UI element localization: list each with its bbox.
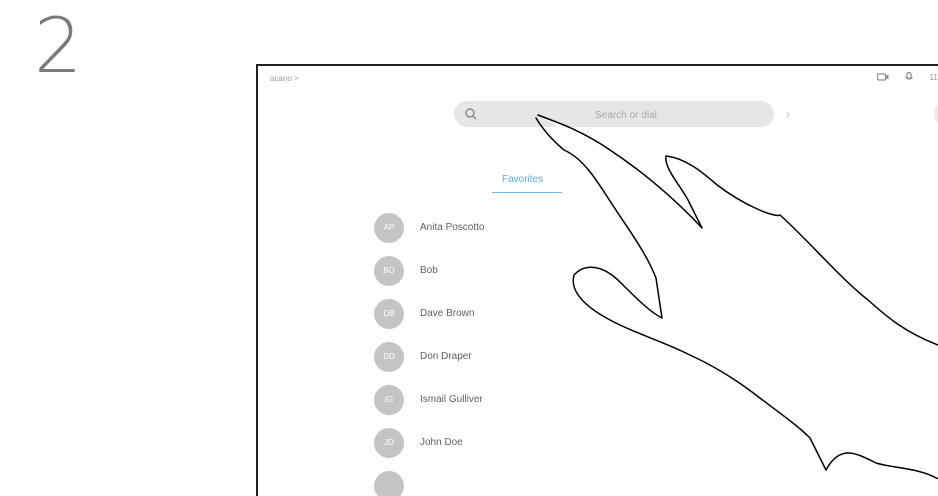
- search-bar[interactable]: [454, 101, 774, 127]
- contact-row[interactable]: JD John Doe: [374, 421, 484, 464]
- search-icon: [464, 107, 478, 121]
- tabs: Favorites Re: [478, 174, 798, 196]
- camera-icon[interactable]: [877, 72, 889, 82]
- contact-row[interactable]: [374, 464, 484, 496]
- contact-name: Ismail Gulliver: [420, 394, 483, 405]
- contact-row[interactable]: IG Ismail Gulliver: [374, 378, 484, 421]
- tab-recent[interactable]: Re: [676, 174, 689, 185]
- avatar: AP: [374, 213, 404, 243]
- contact-row[interactable]: AP Anita Poscotto: [374, 206, 484, 249]
- contact-row[interactable]: DB Dave Brown: [374, 292, 484, 335]
- avatar: DB: [374, 299, 404, 329]
- contacts-list: AP Anita Poscotto BO Bob DB Dave Brown D…: [374, 206, 484, 496]
- contact-name: John Doe: [420, 437, 463, 448]
- contact-name: Bob: [420, 265, 438, 276]
- search-input[interactable]: [494, 105, 758, 125]
- avatar: JD: [374, 428, 404, 458]
- avatar: IG: [374, 385, 404, 415]
- device-screen: acano > 11: › × Favorites Re: [256, 64, 938, 496]
- step-number: 2: [34, 8, 82, 84]
- clock: 11:: [929, 73, 938, 82]
- avatar: [374, 471, 404, 496]
- contact-name: Dave Brown: [420, 308, 474, 319]
- avatar: DD: [374, 342, 404, 372]
- topbar-title[interactable]: acano >: [270, 74, 299, 83]
- tab-favorites[interactable]: Favorites: [502, 174, 543, 185]
- avatar: BO: [374, 256, 404, 286]
- close-icon[interactable]: ×: [934, 100, 938, 128]
- contact-row[interactable]: BO Bob: [374, 249, 484, 292]
- chevron-right-icon[interactable]: ›: [786, 108, 790, 120]
- contact-row[interactable]: DD Don Draper: [374, 335, 484, 378]
- tab-underline: [492, 192, 562, 193]
- topbar-icons: 11:: [877, 72, 938, 82]
- microphone-icon[interactable]: [903, 72, 915, 82]
- contact-name: Anita Poscotto: [420, 222, 484, 233]
- contact-name: Don Draper: [420, 351, 472, 362]
